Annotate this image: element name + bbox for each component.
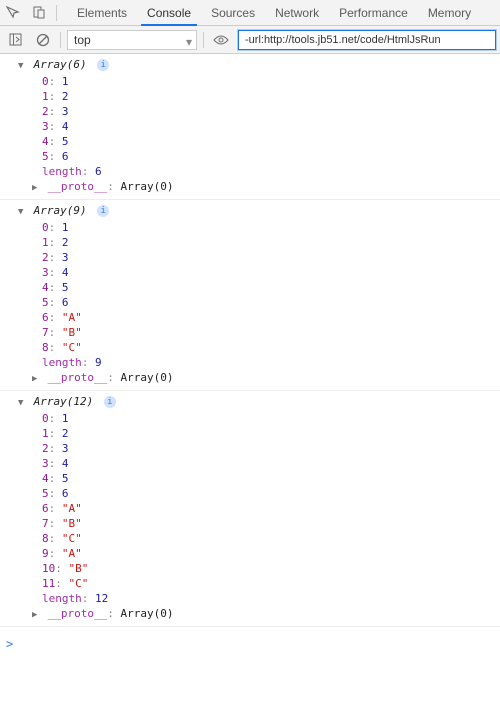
console-message: Array(12) i0: 11: 22: 33: 44: 55: 66: "A… (0, 391, 500, 627)
array-entry[interactable]: 1: 2 (8, 235, 500, 250)
array-entry[interactable]: 2: 3 (8, 250, 500, 265)
panel-tabs: ElementsConsoleSourcesNetworkPerformance… (67, 0, 481, 26)
prompt-chevron-icon: > (6, 637, 13, 651)
array-entry[interactable]: 4: 5 (8, 471, 500, 486)
array-entry[interactable]: 3: 4 (8, 456, 500, 471)
array-entry[interactable]: 11: "C" (8, 576, 500, 591)
filter-value: -url:http://tools.jb51.net/code/HtmlJsRu… (245, 34, 441, 46)
array-entry[interactable]: 3: 4 (8, 119, 500, 134)
tab-sources[interactable]: Sources (201, 0, 265, 26)
array-entry[interactable]: 4: 5 (8, 134, 500, 149)
tab-network[interactable]: Network (265, 0, 329, 26)
array-entry[interactable]: 0: 1 (8, 74, 500, 89)
array-entry[interactable]: 9: "A" (8, 546, 500, 561)
console-output: Array(6) i0: 11: 22: 33: 44: 55: 6length… (0, 54, 500, 633)
array-entry[interactable]: 1: 2 (8, 426, 500, 441)
disclosure-triangle-icon[interactable] (18, 203, 27, 220)
device-icon[interactable] (26, 0, 52, 26)
devtools-toolbar: ElementsConsoleSourcesNetworkPerformance… (0, 0, 500, 26)
array-header[interactable]: Array(6) i (8, 57, 500, 74)
disclosure-triangle-icon[interactable] (32, 606, 41, 623)
disclosure-triangle-icon[interactable] (32, 179, 41, 196)
array-header[interactable]: Array(12) i (8, 394, 500, 411)
array-proto[interactable]: __proto__: Array(0) (8, 370, 500, 387)
array-entry[interactable]: 10: "B" (8, 561, 500, 576)
array-entry[interactable]: 5: 6 (8, 486, 500, 501)
array-entry[interactable]: 2: 3 (8, 104, 500, 119)
chevron-down-icon: ▾ (186, 35, 192, 49)
console-subbar: top ▾ -url:http://tools.jb51.net/code/Ht… (0, 26, 500, 54)
array-entry[interactable]: 8: "C" (8, 531, 500, 546)
array-entry[interactable]: 1: 2 (8, 89, 500, 104)
array-entry[interactable]: 7: "B" (8, 325, 500, 340)
array-entry[interactable]: 0: 1 (8, 411, 500, 426)
context-selector[interactable]: top ▾ (67, 30, 197, 50)
array-entry[interactable]: 7: "B" (8, 516, 500, 531)
disclosure-triangle-icon[interactable] (18, 394, 27, 411)
console-message: Array(6) i0: 11: 22: 33: 44: 55: 6length… (0, 54, 500, 200)
console-message: Array(9) i0: 11: 22: 33: 44: 55: 66: "A"… (0, 200, 500, 391)
array-entry[interactable]: 5: 6 (8, 295, 500, 310)
array-entry[interactable]: 6: "A" (8, 310, 500, 325)
array-entry[interactable]: 0: 1 (8, 220, 500, 235)
array-proto[interactable]: __proto__: Array(0) (8, 606, 500, 623)
array-length[interactable]: length: 9 (8, 355, 500, 370)
clear-console-icon[interactable] (32, 29, 54, 51)
info-icon[interactable]: i (97, 205, 109, 217)
info-icon[interactable]: i (97, 59, 109, 71)
array-entry[interactable]: 4: 5 (8, 280, 500, 295)
context-value: top (74, 33, 91, 47)
console-prompt[interactable]: > (0, 633, 500, 651)
array-length[interactable]: length: 12 (8, 591, 500, 606)
array-entry[interactable]: 8: "C" (8, 340, 500, 355)
array-entry[interactable]: 3: 4 (8, 265, 500, 280)
eye-icon[interactable] (210, 29, 232, 51)
array-header[interactable]: Array(9) i (8, 203, 500, 220)
tab-elements[interactable]: Elements (67, 0, 137, 26)
array-proto[interactable]: __proto__: Array(0) (8, 179, 500, 196)
array-entry[interactable]: 5: 6 (8, 149, 500, 164)
disclosure-triangle-icon[interactable] (18, 57, 27, 74)
sidebar-toggle-icon[interactable] (4, 29, 26, 51)
filter-input[interactable]: -url:http://tools.jb51.net/code/HtmlJsRu… (238, 30, 496, 50)
tab-console[interactable]: Console (137, 0, 201, 26)
inspect-icon[interactable] (0, 0, 26, 26)
tab-performance[interactable]: Performance (329, 0, 418, 26)
array-entry[interactable]: 6: "A" (8, 501, 500, 516)
array-length[interactable]: length: 6 (8, 164, 500, 179)
info-icon[interactable]: i (104, 396, 116, 408)
array-entry[interactable]: 2: 3 (8, 441, 500, 456)
tab-memory[interactable]: Memory (418, 0, 481, 26)
disclosure-triangle-icon[interactable] (32, 370, 41, 387)
